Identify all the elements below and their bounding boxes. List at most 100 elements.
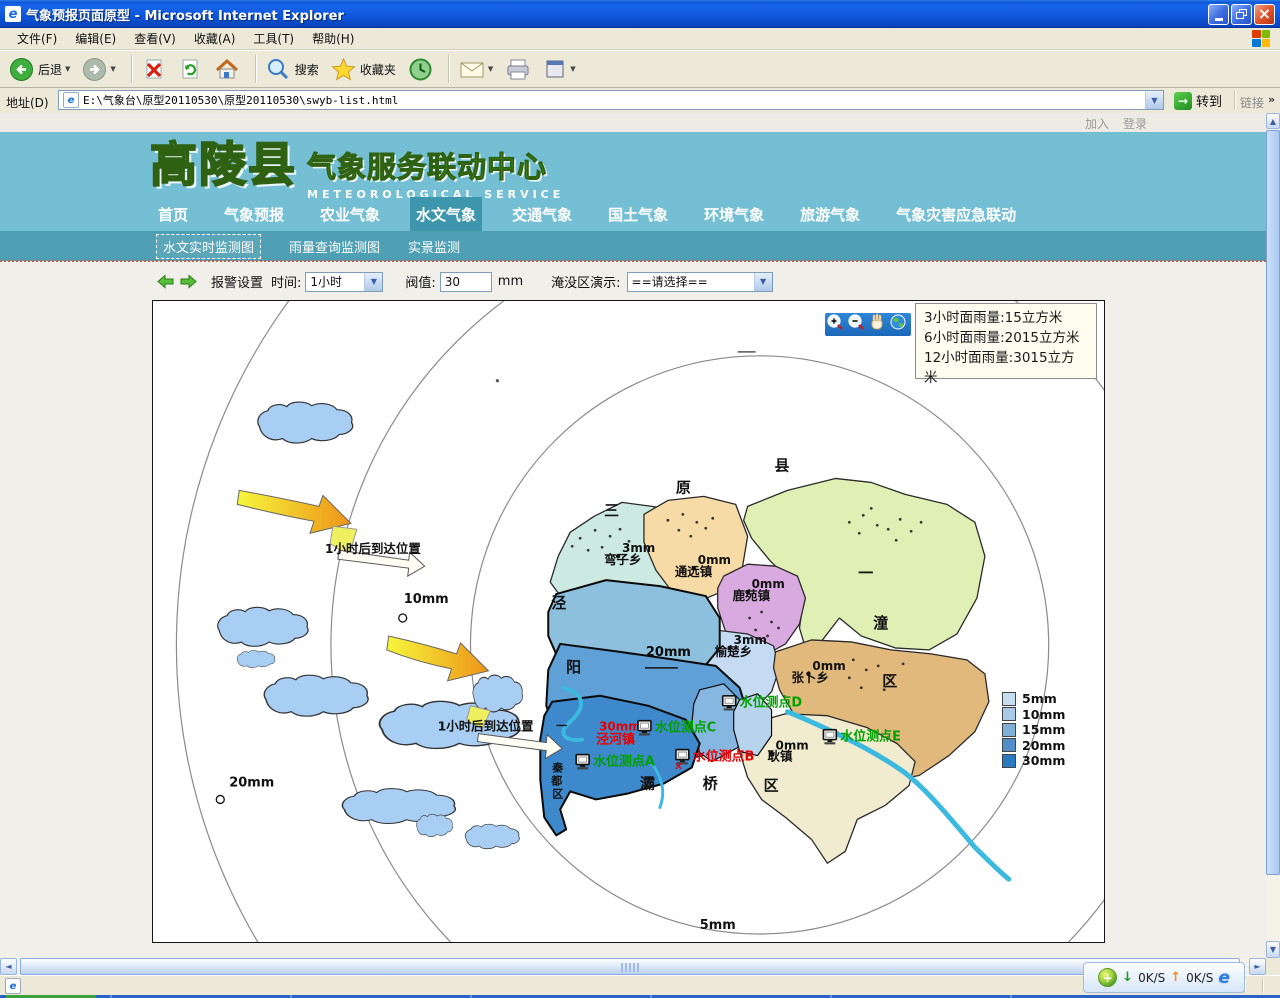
- time-select[interactable]: 1小时 ▼: [305, 272, 383, 292]
- chevron-down-icon[interactable]: ▼: [364, 273, 382, 291]
- controls-row: 报警设置 时间: 1小时 ▼ 阀值: 30 mm 淹没区演示: ==请选择== …: [0, 263, 1266, 300]
- home-button[interactable]: [211, 55, 243, 84]
- print-icon: [505, 57, 531, 82]
- legend-label: 30mm: [1022, 753, 1065, 768]
- sub-nav: 水文实时监测图 雨量查询监测图 实景监测: [0, 231, 1266, 261]
- nav-tab-4[interactable]: 交通气象: [506, 197, 578, 231]
- scroll-up-button[interactable]: ▲: [1266, 113, 1280, 129]
- mail-icon: [459, 57, 485, 82]
- address-dropdown-icon[interactable]: ▼: [1145, 91, 1163, 109]
- nav-tab-6[interactable]: 环境气象: [698, 197, 770, 231]
- mail-dropdown-icon[interactable]: ▼: [488, 65, 493, 73]
- menu-item-3[interactable]: 收藏(A): [185, 28, 245, 49]
- map-pan-hand-icon[interactable]: [872, 314, 882, 329]
- legend-swatch: [1002, 707, 1016, 721]
- nav-tab-1[interactable]: 气象预报: [218, 197, 290, 231]
- neighbor-label: 区: [764, 776, 779, 794]
- menu-item-2[interactable]: 查看(V): [125, 28, 185, 49]
- stop-button[interactable]: [139, 55, 169, 84]
- district-name: 榆楚乡: [715, 644, 752, 659]
- neighbor-label: 一: [556, 720, 567, 733]
- neighbor-label: 都: [550, 773, 562, 787]
- map-globe-icon[interactable]: [891, 315, 905, 329]
- go-button[interactable]: → 转到: [1170, 90, 1226, 111]
- station-label: 水位测点C: [655, 720, 716, 736]
- nav-tab-2[interactable]: 农业气象: [314, 197, 386, 231]
- neighbor-label: 灞: [640, 774, 655, 792]
- legend-swatch: [1002, 723, 1016, 737]
- edit-button[interactable]: ▼: [540, 55, 578, 84]
- threshold-input[interactable]: 30: [440, 272, 492, 292]
- site-header: 高陵县 气象服务联动中心 METEOROLOGICAL SERVICE 首页气象…: [0, 132, 1266, 231]
- map-canvas[interactable]: 1小时后到达位置 1小时后到达位置 5mm 10mm 20mm 三 原 县 泾: [152, 300, 1105, 943]
- station-label: 水位测点E: [840, 729, 901, 745]
- ie-shortcut-icon[interactable]: e: [1218, 968, 1230, 988]
- legend-label: 20mm: [1022, 738, 1065, 753]
- back-button[interactable]: 后退 ▼: [6, 55, 73, 84]
- address-bar: 地址(D) e E:\气象台\原型20110530\原型20110530\swy…: [0, 88, 1280, 114]
- flood-demo-select[interactable]: ==请选择== ▼: [627, 272, 773, 292]
- neighbor-label: 桥: [703, 774, 718, 792]
- station-alert-x-icon: ×: [674, 760, 683, 773]
- forward-button[interactable]: ▼: [79, 55, 118, 84]
- windows-flag-icon: [1252, 30, 1270, 47]
- neighbor-label: 三: [604, 501, 619, 519]
- district-name: 张卜乡: [791, 670, 828, 685]
- vertical-scroll-thumb[interactable]: [1266, 130, 1280, 875]
- forward-dropdown-icon[interactable]: ▼: [110, 65, 115, 73]
- refresh-icon: [178, 57, 202, 82]
- subnav-item-2[interactable]: 实景监测: [408, 237, 460, 256]
- menu-item-1[interactable]: 编辑(E): [66, 28, 125, 49]
- nav-tab-8[interactable]: 气象灾害应急联动: [890, 197, 1022, 231]
- nav-tab-0[interactable]: 首页: [152, 197, 194, 231]
- menu-item-0[interactable]: 文件(F): [8, 28, 66, 49]
- nav-tab-3[interactable]: 水文气象: [410, 197, 482, 231]
- home-icon: [214, 57, 240, 82]
- close-button[interactable]: ×: [1254, 4, 1275, 25]
- horizontal-scrollbar[interactable]: ◄ ►: [0, 958, 1266, 975]
- scroll-right-button[interactable]: ►: [1249, 958, 1266, 975]
- toolbar-separator: [131, 55, 133, 83]
- mail-button[interactable]: ▼: [456, 55, 496, 84]
- 360-safety-icon[interactable]: +: [1098, 968, 1117, 987]
- prev-arrow-button[interactable]: [157, 274, 174, 289]
- nav-tab-5[interactable]: 国土气象: [602, 197, 674, 231]
- back-dropdown-icon[interactable]: ▼: [65, 65, 70, 73]
- links-label[interactable]: 链接: [1240, 94, 1264, 111]
- scroll-left-button[interactable]: ◄: [0, 958, 17, 975]
- history-button[interactable]: [405, 55, 436, 84]
- download-arrow-icon: ↓: [1122, 970, 1133, 985]
- horizontal-scroll-thumb[interactable]: [20, 958, 1240, 975]
- scroll-down-button[interactable]: ▼: [1266, 941, 1280, 958]
- subnav-item-0[interactable]: 水文实时监测图: [156, 234, 261, 259]
- upload-arrow-icon: ↑: [1170, 970, 1181, 985]
- net-speed-widget: + ↓ 0K/S ↑ 0K/S e: [1083, 962, 1245, 993]
- map-zoom-out-icon[interactable]: [849, 315, 863, 329]
- links-chevron-icon[interactable]: »: [1268, 93, 1275, 106]
- address-input[interactable]: e E:\气象台\原型20110530\原型20110530\swyb-list…: [58, 90, 1164, 110]
- vertical-scrollbar[interactable]: ▲ ▼: [1266, 113, 1280, 958]
- page-icon: e: [63, 92, 79, 108]
- join-link[interactable]: 加入: [1085, 115, 1109, 132]
- favorites-star-icon: [331, 57, 356, 82]
- print-button[interactable]: [502, 55, 534, 84]
- main-nav: 首页气象预报农业气象水文气象交通气象国土气象环境气象旅游气象气象灾害应急联动: [152, 197, 1046, 231]
- legend-label: 15mm: [1022, 722, 1065, 737]
- minimize-button[interactable]: [1208, 4, 1229, 25]
- neighbor-label: 泾: [551, 594, 566, 612]
- menu-item-5[interactable]: 帮助(H): [303, 28, 363, 49]
- map-zoom-in-icon[interactable]: [828, 315, 842, 329]
- subnav-item-1[interactable]: 雨量查询监测图: [289, 237, 380, 256]
- search-button[interactable]: 搜索: [263, 55, 322, 84]
- login-link[interactable]: 登录: [1123, 115, 1147, 132]
- chevron-down-icon[interactable]: ▼: [754, 273, 772, 291]
- edit-dropdown-icon[interactable]: ▼: [570, 65, 575, 73]
- favorites-button[interactable]: 收藏夹: [328, 55, 399, 84]
- legend-row-2: 15mm: [1002, 722, 1065, 738]
- refresh-button[interactable]: [175, 55, 205, 84]
- next-arrow-button[interactable]: [180, 274, 197, 289]
- menu-item-4[interactable]: 工具(T): [244, 28, 303, 49]
- menu-bar: 文件(F)编辑(E)查看(V)收藏(A)工具(T)帮助(H): [0, 28, 1280, 50]
- nav-tab-7[interactable]: 旅游气象: [794, 197, 866, 231]
- restore-button[interactable]: [1231, 4, 1252, 25]
